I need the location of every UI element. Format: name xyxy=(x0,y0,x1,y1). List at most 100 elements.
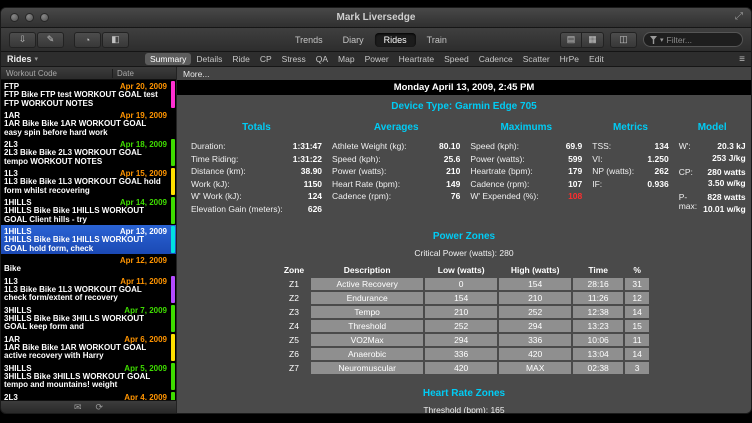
zone-name: Z5 xyxy=(279,334,309,346)
chart-tab[interactable]: Power xyxy=(360,53,394,65)
hr-zones-title: Heart Rate Zones xyxy=(185,388,743,399)
ride-text: 1L3 Bike Bike 1L3 WORKOUT GOAL hold form… xyxy=(4,178,167,195)
view-bar: Rides ▾ Summary Details Ride CP Stress Q… xyxy=(1,52,751,67)
column-workout-code[interactable]: Workout Code xyxy=(6,69,113,78)
model-value-secondary: 3.50 w/kg xyxy=(708,179,746,188)
metric-label: Distance (km): xyxy=(191,167,246,176)
metric-row: Cadence (rpm): 107 xyxy=(470,180,582,189)
chart-tab[interactable]: CP xyxy=(255,53,277,65)
zone-description: Endurance xyxy=(311,292,423,304)
zone-percent: 14 xyxy=(625,348,649,360)
ride-list-item[interactable]: 1AR Apr 19, 2009 1AR Bike Bike 1AR WORKO… xyxy=(1,109,176,138)
export-button[interactable]: ⇩ xyxy=(9,32,36,48)
percent-col-header: % xyxy=(625,265,649,276)
model-label: P-max: xyxy=(679,193,697,214)
zone-row: Z1 Active Recovery 0 154 28:16 31 xyxy=(279,278,649,290)
metric-row: Speed (kph): 25.6 xyxy=(332,155,460,164)
ride-list-item[interactable]: 3HILLS Apr 7, 2009 3HILLS Bike Bike 3HIL… xyxy=(1,304,176,333)
metrics-columns: Totals Duration: 1:31:47 Time Riding: 1:… xyxy=(185,122,743,219)
metric-label: TSS: xyxy=(592,142,611,151)
sync-icon[interactable]: ⟳ xyxy=(96,403,104,412)
fullscreen-icon[interactable]: ⤢ xyxy=(735,11,743,22)
model-row: P-max: 828 watts 10.01 w/kg xyxy=(679,193,746,214)
scope-tab[interactable]: Trends xyxy=(286,33,332,47)
metric-row: Duration: 1:31:47 xyxy=(191,142,322,151)
zone-row: Z6 Anaerobic 336 420 13:04 14 xyxy=(279,348,649,360)
toolbar: ⇩ ✎ ◔ ◧ Trends Diary Rides Train ▤ ▦ ◫ xyxy=(1,28,751,52)
close-button[interactable] xyxy=(10,13,19,22)
power-zones-title: Power Zones xyxy=(185,231,743,242)
metric-value: 108 xyxy=(568,192,582,201)
grid-view-button[interactable]: ▦ xyxy=(582,32,604,48)
ride-list-item[interactable]: 1HILLS Apr 13, 2009 1HILLS Bike Bike 1HI… xyxy=(1,225,176,254)
scope-tab[interactable]: Diary xyxy=(334,33,373,47)
zone-time: 10:06 xyxy=(573,334,623,346)
zone-low: 210 xyxy=(425,306,497,318)
chart-tab[interactable]: Details xyxy=(191,53,227,65)
column-date[interactable]: Date xyxy=(113,69,171,78)
zone-percent: 12 xyxy=(625,292,649,304)
body: Workout Code Date FTP Apr 20, 2009 FTP B… xyxy=(1,67,751,413)
zone-row: Z4 Threshold 252 294 13:23 15 xyxy=(279,320,649,332)
ride-date: Apr 12, 2009 xyxy=(120,256,167,265)
chart-tab[interactable]: Heartrate xyxy=(394,53,439,65)
chart-tab[interactable]: QA xyxy=(311,53,333,65)
chart-tab[interactable]: HrPe xyxy=(555,53,584,65)
sidebar-view-selector[interactable]: Rides ▾ xyxy=(7,54,145,64)
scope-tab[interactable]: Train xyxy=(418,33,456,47)
metric-label: Power (watts): xyxy=(470,155,524,164)
chart-tab[interactable]: Speed xyxy=(439,53,474,65)
edit-icon: ✎ xyxy=(47,34,55,45)
menu-icon[interactable]: ≡ xyxy=(739,54,745,65)
metric-row: TSS: 134 xyxy=(592,142,668,151)
ride-date: Apr 4, 2009 xyxy=(124,393,167,401)
model-title: Model xyxy=(679,122,746,133)
zone-time: 02:38 xyxy=(573,362,623,374)
zone-description: Threshold xyxy=(311,320,423,332)
metric-label: Elevation Gain (meters): xyxy=(191,205,283,214)
mail-icon[interactable]: ✉ xyxy=(74,403,82,412)
ride-list-item[interactable]: 3HILLS Apr 5, 2009 3HILLS Bike 3HILLS WO… xyxy=(1,362,176,391)
chart-tab[interactable]: Cadence xyxy=(474,53,518,65)
filter-input[interactable] xyxy=(667,35,736,45)
edit-button[interactable]: ✎ xyxy=(37,32,64,48)
ride-list-item[interactable]: 1L3 Apr 15, 2009 1L3 Bike Bike 1L3 WORKO… xyxy=(1,167,176,196)
chart-tab[interactable]: Stress xyxy=(277,53,311,65)
intervals-button[interactable]: ◔ xyxy=(74,32,101,48)
ride-list-item[interactable]: 1L3 Apr 11, 2009 1L3 Bike Bike 1L3 WORKO… xyxy=(1,275,176,304)
ride-list-item[interactable]: FTP Apr 20, 2009 FTP Bike FTP test WORKO… xyxy=(1,80,176,109)
ride-text: 1HILLS Bike Bike 1HILLS WORKOUT GOAL hol… xyxy=(4,236,167,253)
metric-label: VI: xyxy=(592,155,602,164)
ride-list-item[interactable]: Apr 12, 2009 Bike xyxy=(1,254,176,275)
ride-color-tag xyxy=(171,197,175,224)
zone-percent: 3 xyxy=(625,362,649,374)
metric-label: Speed (kph): xyxy=(332,155,381,164)
time-col-header: Time xyxy=(573,265,623,276)
scope-tab[interactable]: Rides xyxy=(375,33,416,47)
chart-tab[interactable]: Edit xyxy=(584,53,609,65)
sidebar-view-label: Rides xyxy=(7,54,32,64)
chevron-down-icon: ▾ xyxy=(35,55,39,63)
ride-list-item[interactable]: 2L3 Apr 18, 2009 2L3 Bike Bike 2L3 WORKO… xyxy=(1,138,176,167)
zoom-button[interactable] xyxy=(40,13,49,22)
tile-view-button[interactable]: ◫ xyxy=(610,32,637,48)
list-view-button[interactable]: ▤ xyxy=(560,32,582,48)
sidebar-toggle-button[interactable]: ◧ xyxy=(102,32,129,48)
chart-tab[interactable]: Map xyxy=(333,53,360,65)
ride-text: 3HILLS Bike 3HILLS WORKOUT GOAL tempo an… xyxy=(4,373,167,390)
high-col-header: High (watts) xyxy=(499,265,571,276)
minimize-button[interactable] xyxy=(25,13,34,22)
chart-tabs: Summary Details Ride CP Stress QA Map Po… xyxy=(145,53,609,65)
export-icon: ⇩ xyxy=(19,34,27,45)
ride-list-item[interactable]: 1HILLS Apr 14, 2009 1HILLS Bike Bike 1HI… xyxy=(1,196,176,225)
ride-list-item[interactable]: 2L3 Apr 4, 2009 2L3 Bike Bike 2L3 WORKOU… xyxy=(1,391,176,401)
metric-row: Heart Rate (bpm): 149 xyxy=(332,180,460,189)
sidebar-footer: ✉ ⟳ xyxy=(1,400,176,413)
chart-tab[interactable]: Ride xyxy=(227,53,254,65)
ride-list-item[interactable]: 1AR Apr 6, 2009 1AR Bike Bike 1AR WORKOU… xyxy=(1,333,176,362)
chart-tab[interactable]: Scatter xyxy=(518,53,555,65)
ride-color-tag xyxy=(171,110,175,137)
more-button[interactable]: More... xyxy=(183,69,209,79)
chart-tab[interactable]: Summary xyxy=(145,53,191,65)
ride-color-tag xyxy=(171,276,175,303)
